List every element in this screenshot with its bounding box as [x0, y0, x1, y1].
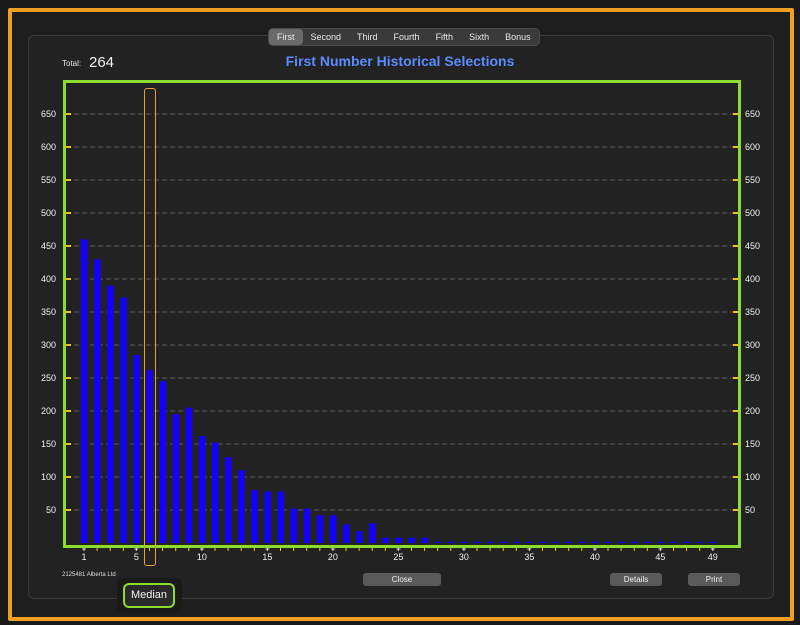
y-tick-label-right: 600 [745, 142, 760, 152]
x-tick-label: 45 [655, 552, 665, 562]
y-tick-label-right: 100 [745, 472, 760, 482]
median-marker [144, 88, 156, 566]
x-tick-label: 15 [262, 552, 272, 562]
y-tick-label-right: 300 [745, 340, 760, 350]
credit-text: 2125481 Alberta Ltd [62, 572, 116, 578]
y-tick-label-right: 250 [745, 373, 760, 383]
x-tick-label: 5 [134, 552, 139, 562]
y-tick-label-right: 200 [745, 406, 760, 416]
y-tick-label-left: 500 [41, 208, 56, 218]
median-tooltip: Median [117, 578, 182, 613]
y-tick-label-right: 550 [745, 175, 760, 185]
y-tick-label-right: 650 [745, 109, 760, 119]
x-tick-label: 1 [81, 552, 86, 562]
y-tick-label-left: 200 [41, 406, 56, 416]
y-tick-label-left: 300 [41, 340, 56, 350]
y-tick-label-right: 500 [745, 208, 760, 218]
plot-area-frame [63, 80, 741, 548]
x-tick-label: 10 [197, 552, 207, 562]
x-tick-label: 25 [393, 552, 403, 562]
x-tick-label: 35 [524, 552, 534, 562]
y-tick-label-left: 600 [41, 142, 56, 152]
y-tick-label-left: 450 [41, 241, 56, 251]
x-tick-label: 30 [459, 552, 469, 562]
y-tick-label-right: 450 [745, 241, 760, 251]
y-tick-label-right: 400 [745, 274, 760, 284]
y-tick-label-left: 250 [41, 373, 56, 383]
y-tick-label-right: 50 [745, 505, 755, 515]
y-tick-label-left: 150 [41, 439, 56, 449]
y-tick-label-right: 350 [745, 307, 760, 317]
close-button[interactable]: Close [363, 573, 441, 586]
details-button[interactable]: Details [610, 573, 662, 586]
x-tick-label: 49 [708, 552, 718, 562]
y-tick-label-right: 150 [745, 439, 760, 449]
y-tick-label-left: 350 [41, 307, 56, 317]
x-tick-label: 40 [590, 552, 600, 562]
y-tick-label-left: 650 [41, 109, 56, 119]
y-tick-label-left: 50 [46, 505, 56, 515]
y-tick-label-left: 100 [41, 472, 56, 482]
x-tick-label: 20 [328, 552, 338, 562]
y-tick-label-left: 400 [41, 274, 56, 284]
y-tick-label-left: 550 [41, 175, 56, 185]
print-button[interactable]: Print [688, 573, 740, 586]
median-label: Median [123, 583, 175, 608]
